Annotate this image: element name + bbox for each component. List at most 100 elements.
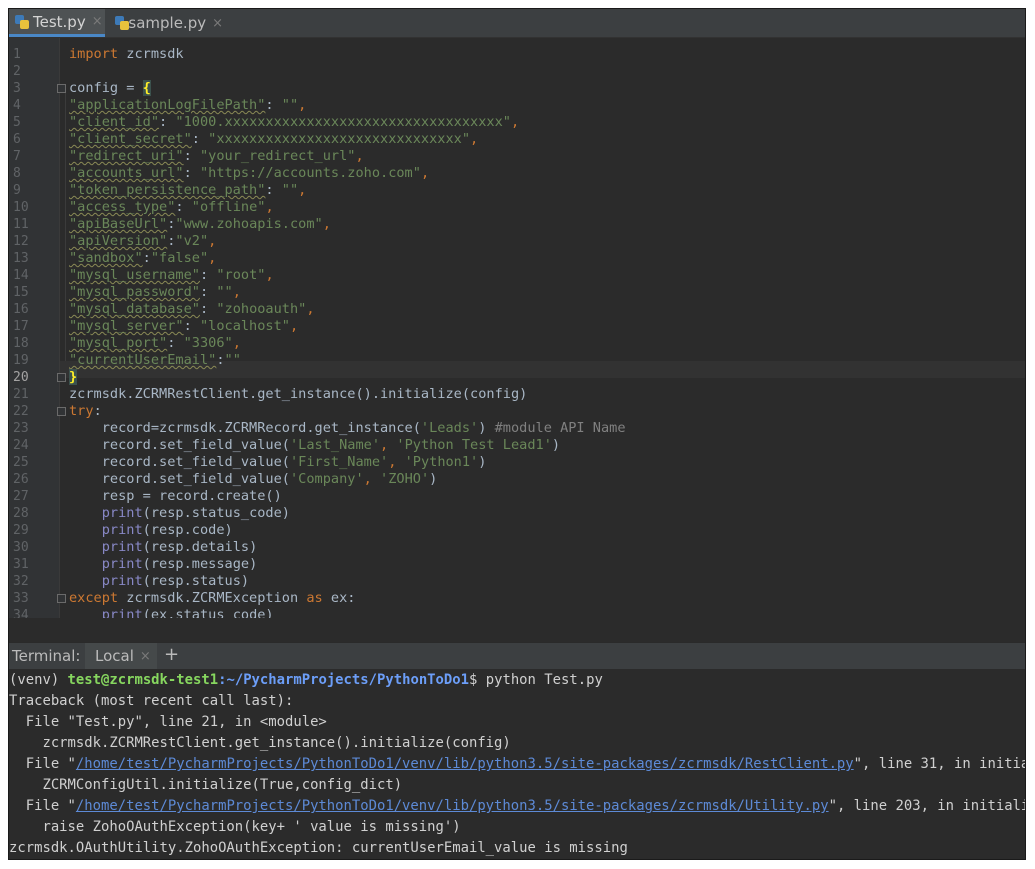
line-number: 1 [13,47,21,62]
line-number: 2 [13,64,21,79]
line-number: 27 [13,489,29,504]
line-number: 33 [13,591,29,606]
line-number: 25 [13,455,29,470]
close-icon[interactable]: × [140,649,151,664]
terminal-line: ZCRMConfigUtil.initialize(True,config_di… [9,777,403,793]
terminal-line: Traceback (most recent call last): [9,693,294,709]
code-line[interactable]: "apiBaseUrl":"www.zohoapis.com", [69,216,331,233]
code-line[interactable]: "mysql_port": "3306", [69,335,241,352]
line-number: 17 [13,319,29,334]
terminal-line: zcrmsdk.ZCRMRestClient.get_instance().in… [9,735,511,751]
code-line[interactable]: record.set_field_value('Last_Name', 'Pyt… [69,437,560,454]
line-number: 29 [13,523,29,538]
line-number: 21 [13,387,29,402]
line-number: 18 [13,336,29,351]
line-number: 28 [13,506,29,521]
code-line[interactable]: config = { [69,80,151,97]
terminal-line: File "Test.py", line 21, in <module> [9,714,327,730]
close-icon[interactable]: × [92,14,103,29]
code-line[interactable]: "redirect_uri": "your_redirect_url", [69,148,364,165]
code-line[interactable]: print(resp.message) [69,556,258,573]
ide-window: Test.py × sample.py × 1 import zcrmsdk 2 3 c… [9,9,1025,859]
code-line[interactable]: "sandbox":"false", [69,250,216,267]
terminal-tab-local[interactable]: Local × [85,643,157,669]
terminal-line: zcrmsdk.OAuthUtility.ZohoOAuthException:… [9,840,628,856]
line-number: 8 [13,166,21,181]
terminal-line: File "/home/test/PycharmProjects/PythonT… [9,756,1025,772]
code-line[interactable]: "token_persistence_path": "", [69,182,306,199]
code-line[interactable]: zcrmsdk.ZCRMRestClient.get_instance().in… [69,386,527,403]
fold-marker-icon[interactable] [57,373,66,382]
add-terminal-icon[interactable]: + [164,644,179,665]
line-number: 31 [13,557,29,572]
code-line[interactable]: print(resp.code) [69,522,233,539]
code-line[interactable]: resp = record.create() [69,488,282,505]
line-number: 19 [13,353,29,368]
code-line[interactable]: print(resp.details) [69,539,258,556]
line-number: 13 [13,251,29,266]
line-number: 3 [13,81,21,96]
line-number: 26 [13,472,29,487]
code-editor[interactable]: 1 import zcrmsdk 2 3 config = {4 "application… [9,38,1025,618]
line-number: 10 [13,200,29,215]
code-line[interactable]: "accounts_url": "https://accounts.zoho.c… [69,165,429,182]
line-number: 9 [13,183,21,198]
code-line[interactable]: try: [69,403,102,420]
python-file-icon [15,14,29,29]
code-line[interactable]: record.set_field_value('Company', 'ZOHO'… [69,471,438,488]
line-number: 11 [13,217,29,232]
code-line[interactable]: "mysql_username": "root", [69,267,274,284]
tab-sample-py[interactable]: sample.py × [109,9,223,37]
tab-label: sample.py [128,14,207,32]
line-number: 14 [13,268,29,283]
terminal-tab-label: Local [95,647,134,665]
code-line[interactable]: record.set_field_value('First_Name', 'Py… [69,454,487,471]
code-line[interactable]: "mysql_password": "", [69,284,241,301]
code-line[interactable]: "applicationLogFilePath": "", [69,97,306,114]
code-line[interactable]: import zcrmsdk [69,46,184,63]
line-number: 30 [13,540,29,555]
fold-marker-icon[interactable] [57,594,66,603]
fold-marker-icon[interactable] [57,407,66,416]
editor-tab-bar: Test.py × sample.py × [9,9,1025,38]
line-number: 32 [13,574,29,589]
line-number: 16 [13,302,29,317]
indent-guide [65,89,66,361]
code-line[interactable]: print(ex.status_code) [69,607,274,618]
terminal-output[interactable]: (venv) test@zcrmsdk-test1:~/PycharmProje… [9,669,1025,859]
file-path-link[interactable]: /home/test/PycharmProjects/PythonToDo1/v… [76,756,854,772]
code-line[interactable]: } [69,369,78,386]
fold-marker-icon[interactable] [57,84,66,93]
prompt-path: ~/PycharmProjects/PythonToDo1 [226,672,469,688]
code-line[interactable]: print(resp.status_code) [69,505,290,522]
terminal-toolbar: Terminal: Local × + [9,642,1025,669]
file-path-link[interactable]: /home/test/PycharmProjects/PythonToDo1/v… [76,798,829,814]
line-number: 22 [13,404,29,419]
code-line[interactable]: "access_type": "offline", [69,199,274,216]
terminal-title: Terminal: [12,647,81,665]
line-number: 20 [13,370,29,385]
venv-label: (venv) [9,672,68,688]
code-line[interactable]: "currentUserEmail":"" [69,352,241,369]
prompt-user-host: test@zcrmsdk-test1 [67,672,219,688]
code-line[interactable]: record=zcrmsdk.ZCRMRecord.get_instance('… [69,420,626,437]
line-number: 7 [13,149,21,164]
code-line[interactable]: "client_id": "1000.xxxxxxxxxxxxxxxxxxxxx… [69,114,519,131]
line-number: 23 [13,421,29,436]
tab-label: Test.py [33,12,86,31]
code-line[interactable]: "apiVersion":"v2", [69,233,216,250]
code-line[interactable]: print(resp.status) [69,573,249,590]
terminal-line: File "/home/test/PycharmProjects/PythonT… [9,798,1025,814]
code-line[interactable]: "mysql_server": "localhost", [69,318,298,335]
close-icon[interactable]: × [212,16,223,31]
prompt-command: $ python Test.py [469,672,603,688]
code-line[interactable]: "mysql_database": "zohooauth", [69,301,315,318]
code-line[interactable]: except zcrmsdk.ZCRMException as ex: [69,590,355,607]
tab-test-py[interactable]: Test.py × [9,9,105,37]
line-number: 24 [13,438,29,453]
code-line[interactable]: "client_secret": "xxxxxxxxxxxxxxxxxxxxxx… [69,131,478,148]
line-number: 6 [13,132,21,147]
line-number: 5 [13,115,21,130]
line-number: 34 [13,608,29,618]
terminal-line: raise ZohoOAuthException(key+ ' value is… [9,819,461,835]
